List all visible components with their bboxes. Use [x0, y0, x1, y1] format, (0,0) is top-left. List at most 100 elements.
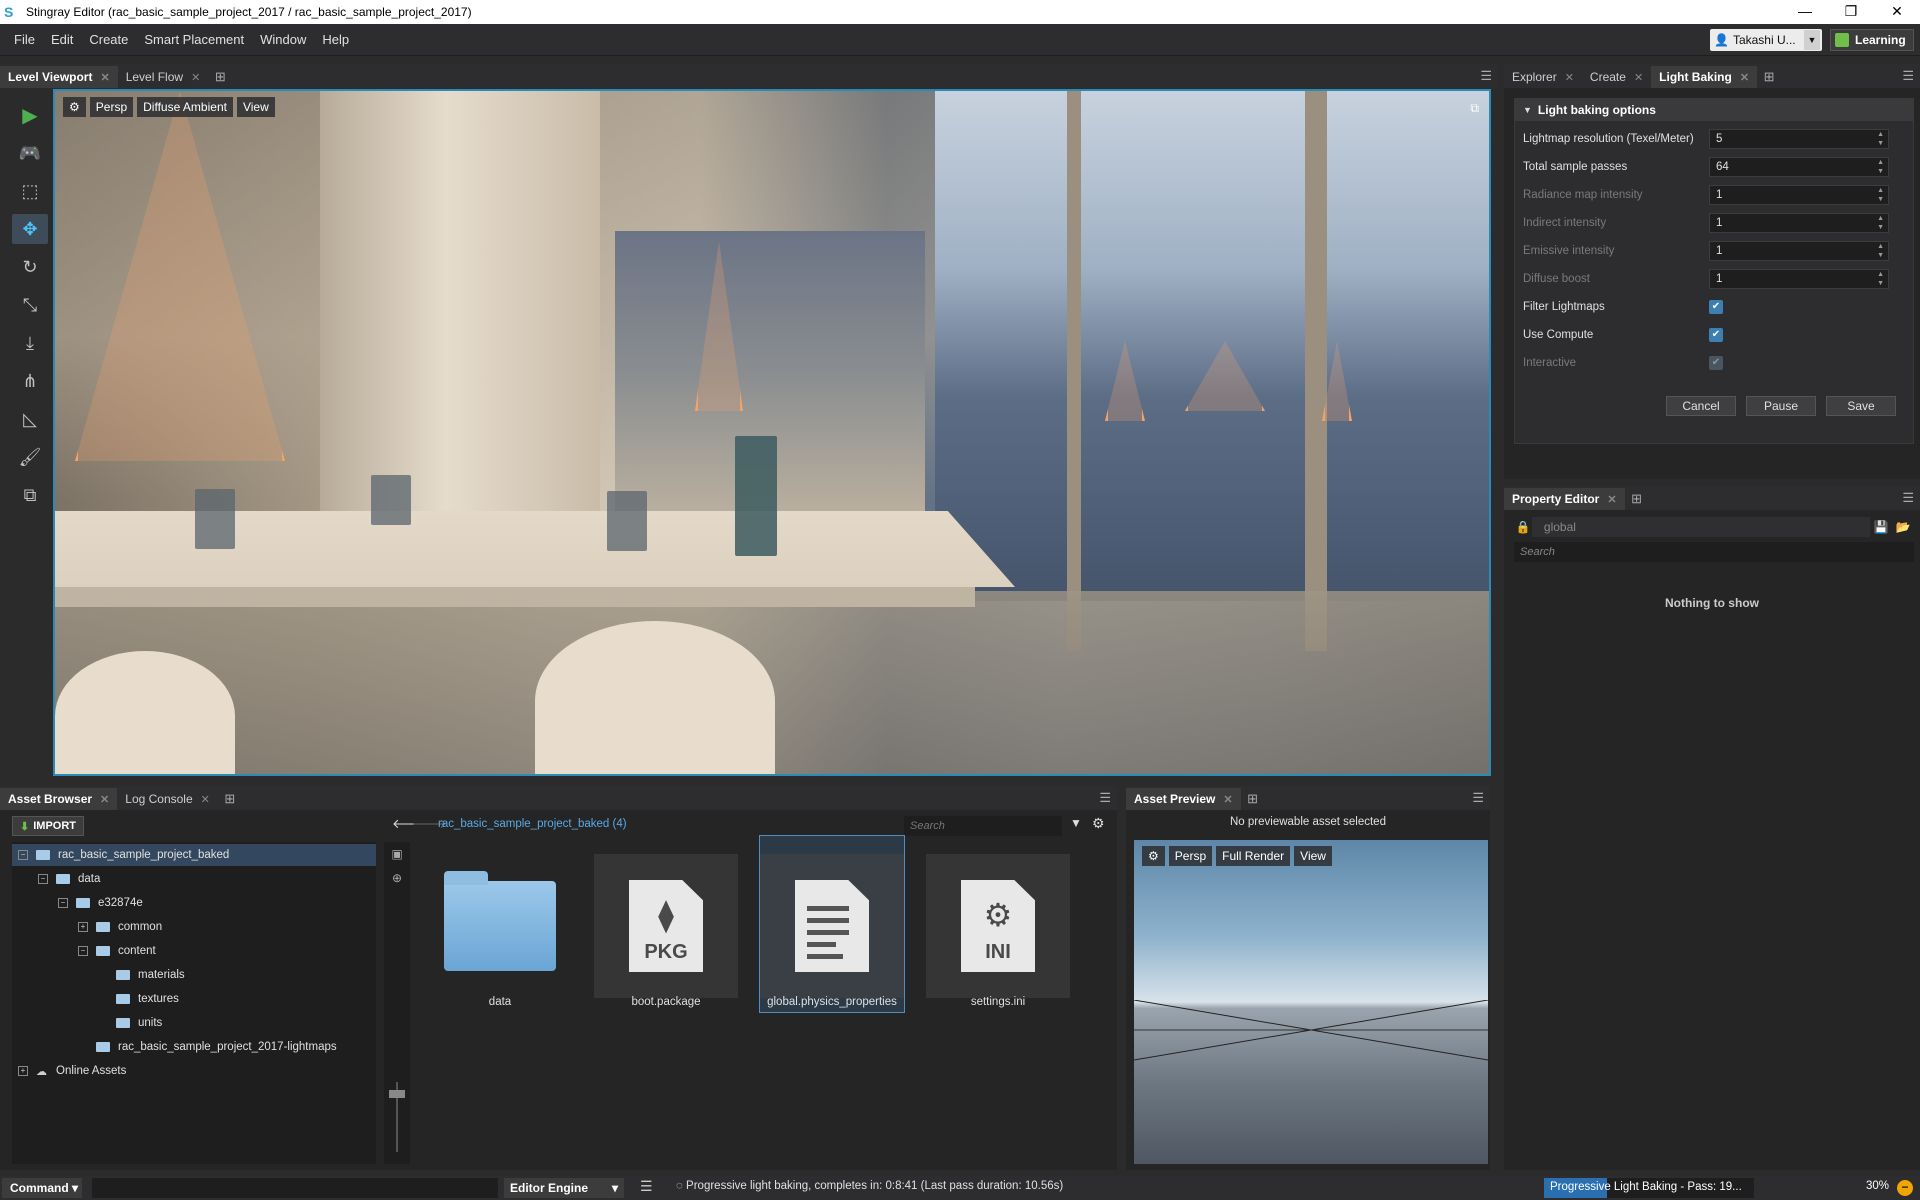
layers-tool-icon[interactable]: ⧉ [12, 480, 48, 510]
asset-item[interactable]: data [428, 842, 572, 1012]
lightmap-resolution-input[interactable]: 5 ▲ ▼ [1709, 129, 1889, 149]
select-tool-icon[interactable]: ⬚ [12, 176, 48, 206]
command-input[interactable] [92, 1178, 498, 1198]
camera-mode-button[interactable]: Persp [89, 97, 134, 117]
asset-search-input[interactable]: Search [904, 816, 1062, 836]
preview-settings-icon[interactable]: ⚙ [1142, 846, 1165, 866]
close-icon[interactable]: ✕ [1223, 793, 1232, 806]
collapse-toggle-icon[interactable]: − [18, 850, 28, 860]
use-compute-checkbox[interactable]: ✔ [1709, 328, 1723, 342]
add-tab-icon[interactable]: ⊞ [1761, 66, 1777, 88]
close-icon[interactable]: ✕ [1634, 71, 1643, 84]
section-header[interactable]: ▼ Light baking options [1515, 99, 1913, 121]
collapse-toggle-icon[interactable]: − [78, 946, 88, 956]
rotate-tool-icon[interactable]: ↻ [12, 252, 48, 282]
filter-lightmaps-checkbox[interactable]: ✔ [1709, 300, 1723, 314]
minimize-button[interactable]: — [1782, 0, 1828, 24]
tab-log-console[interactable]: Log Console ✕ [117, 788, 218, 810]
expand-toggle-icon[interactable]: + [78, 922, 88, 932]
tree-item[interactable]: units [12, 1012, 376, 1034]
close-icon[interactable]: ✕ [1607, 493, 1616, 506]
pause-button[interactable]: Pause [1746, 396, 1816, 416]
close-button[interactable]: ✕ [1874, 0, 1920, 24]
save-button[interactable]: Save [1826, 396, 1896, 416]
paint-tool-icon[interactable]: 🖌 [12, 442, 48, 472]
hamburger-menu-icon[interactable]: ☰ [1472, 790, 1484, 806]
add-tab-icon[interactable]: ⊞ [1629, 488, 1645, 510]
maximize-viewport-icon[interactable]: ⧉ [1470, 101, 1479, 116]
sample-passes-input[interactable]: 64 ▲ ▼ [1709, 157, 1889, 177]
tab-create[interactable]: Create ✕ [1582, 66, 1651, 88]
learning-button[interactable]: Learning [1830, 29, 1914, 51]
slider-handle[interactable] [389, 1090, 405, 1098]
move-tool-icon[interactable]: ✥ [12, 214, 48, 244]
global-field[interactable]: global [1531, 517, 1871, 537]
viewport-settings-icon[interactable]: ⚙ [63, 97, 86, 117]
scale-tool-icon[interactable]: ⤡ [12, 290, 48, 320]
tree-item[interactable]: − rac_basic_sample_project_baked [12, 844, 376, 866]
render-mode-button[interactable]: Diffuse Ambient [137, 97, 233, 117]
tree-item[interactable]: − data [12, 868, 376, 890]
maximize-button[interactable]: ❐ [1828, 0, 1874, 24]
tab-explorer[interactable]: Explorer ✕ [1504, 66, 1582, 88]
close-icon[interactable]: ✕ [201, 793, 210, 806]
render-mode-button[interactable]: Full Render [1216, 846, 1291, 866]
menu-smart-placement[interactable]: Smart Placement [136, 32, 252, 47]
back-arrow-icon[interactable]: 🡐 [392, 816, 427, 832]
hamburger-menu-icon[interactable]: ☰ [1480, 68, 1492, 84]
close-icon[interactable]: ✕ [191, 71, 200, 84]
snap-tool-icon[interactable]: ⋔ [12, 366, 48, 396]
tab-asset-browser[interactable]: Asset Browser ✕ [0, 788, 118, 810]
tab-level-viewport[interactable]: Level Viewport ✕ [0, 66, 118, 88]
menu-window[interactable]: Window [252, 32, 314, 47]
tree-item[interactable]: + ☁ Online Assets [12, 1060, 376, 1082]
add-tab-icon[interactable]: ⊞ [222, 788, 238, 810]
import-button[interactable]: ⬇ IMPORT [12, 816, 84, 836]
new-asset-icon[interactable]: ⊕ [384, 866, 410, 890]
tree-item[interactable]: textures [12, 988, 376, 1010]
save-icon[interactable]: 💾 [1870, 520, 1892, 534]
command-dropdown[interactable]: Command ▾ [2, 1178, 82, 1198]
hamburger-menu-icon[interactable]: ☰ [1902, 68, 1914, 84]
close-icon[interactable]: ✕ [1740, 71, 1749, 84]
close-icon[interactable]: ✕ [100, 793, 109, 806]
place-tool-icon[interactable]: ⤓ [12, 328, 48, 358]
add-tab-icon[interactable]: ⊞ [212, 66, 228, 88]
asset-item[interactable]: ⚙ INI settings.ini [926, 842, 1070, 1012]
filter-icon[interactable]: ▼ [1070, 816, 1082, 830]
play-icon[interactable]: ▶ [12, 100, 48, 130]
view-menu-button[interactable]: View [236, 97, 275, 117]
preview-viewport[interactable]: ⚙ Persp Full Render View [1134, 840, 1488, 1164]
tree-item[interactable]: + common [12, 916, 376, 938]
camera-mode-button[interactable]: Persp [1168, 846, 1213, 866]
tab-property-editor[interactable]: Property Editor ✕ [1504, 488, 1625, 510]
collapse-toggle-icon[interactable]: − [58, 898, 68, 908]
gear-icon[interactable]: ⚙ [1092, 815, 1105, 832]
menu-create[interactable]: Create [81, 32, 136, 47]
menu-edit[interactable]: Edit [43, 32, 81, 47]
engine-dropdown[interactable]: Editor Engine ▾ [504, 1178, 624, 1198]
spinner-icon[interactable]: ▲ ▼ [1877, 130, 1884, 148]
tab-asset-preview[interactable]: Asset Preview ✕ [1126, 788, 1241, 810]
tree-item[interactable]: − e32874e [12, 892, 376, 914]
user-account-dropdown[interactable]: 👤 Takashi U... ▼ [1710, 29, 1822, 51]
view-menu-button[interactable]: View [1294, 846, 1332, 866]
close-icon[interactable]: ✕ [1565, 71, 1574, 84]
folder-open-icon[interactable]: 📂 [1892, 520, 1914, 534]
menu-file[interactable]: File [6, 32, 43, 47]
expand-toggle-icon[interactable]: + [18, 1066, 28, 1076]
spinner-icon[interactable]: ▲ ▼ [1877, 158, 1884, 176]
property-search-input[interactable]: Search [1514, 542, 1914, 562]
tab-level-flow[interactable]: Level Flow ✕ [118, 66, 209, 88]
gamepad-icon[interactable]: 🎮 [12, 138, 48, 168]
cancel-button[interactable]: Cancel [1666, 396, 1736, 416]
scene-viewport[interactable]: ⚙ Persp Diffuse Ambient View ⧉ [53, 89, 1491, 776]
lock-icon[interactable]: 🔒 [1514, 520, 1532, 534]
close-icon[interactable]: ✕ [100, 71, 109, 84]
hamburger-menu-icon[interactable]: ☰ [1902, 490, 1914, 506]
tree-item[interactable]: materials [12, 964, 376, 986]
tree-item[interactable]: rac_basic_sample_project_2017-lightmaps [12, 1036, 376, 1058]
asset-item[interactable]: ⧫ PKG boot.package [594, 842, 738, 1012]
measure-tool-icon[interactable]: ◺ [12, 404, 48, 434]
new-folder-icon[interactable]: ▣ [384, 842, 410, 866]
